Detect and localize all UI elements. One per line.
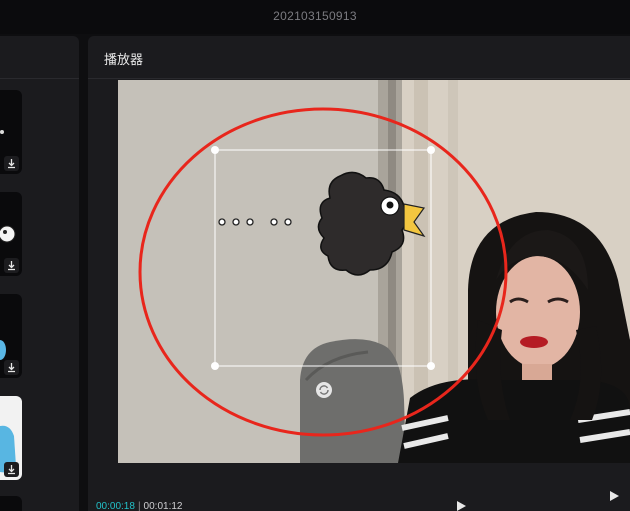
video-preview[interactable] bbox=[118, 80, 630, 463]
sticker-item[interactable] bbox=[0, 90, 22, 174]
time-display: 00:00:18 | 00:01:12 bbox=[96, 501, 182, 511]
download-icon bbox=[8, 363, 15, 373]
title-bar: 202103150913 bbox=[0, 0, 630, 34]
fullscreen-play-icon[interactable] bbox=[608, 490, 620, 502]
sticker-item[interactable] bbox=[0, 192, 22, 276]
download-icon bbox=[8, 159, 15, 169]
player-header: 播放器 bbox=[88, 36, 630, 79]
sticker-item[interactable] bbox=[0, 496, 22, 511]
current-time: 00:00:18 bbox=[96, 501, 135, 511]
download-icon bbox=[8, 465, 15, 475]
download-button[interactable] bbox=[4, 462, 19, 477]
download-button[interactable] bbox=[4, 258, 19, 273]
download-button[interactable] bbox=[4, 156, 19, 171]
sticker-item[interactable] bbox=[0, 396, 22, 480]
player-panel: 播放器 00:00:18 | 00:01:12 bbox=[88, 36, 630, 511]
window-title: 202103150913 bbox=[273, 9, 357, 23]
play-icon[interactable] bbox=[455, 500, 467, 511]
sticker-panel-header bbox=[0, 36, 79, 79]
sticker-panel bbox=[0, 36, 79, 511]
download-icon bbox=[8, 261, 15, 271]
download-button[interactable] bbox=[4, 360, 19, 375]
time-separator: | bbox=[137, 501, 141, 511]
player-title: 播放器 bbox=[104, 52, 144, 67]
annotation-circle bbox=[138, 107, 508, 437]
total-time: 00:01:12 bbox=[143, 501, 183, 511]
sticker-item[interactable] bbox=[0, 294, 22, 378]
